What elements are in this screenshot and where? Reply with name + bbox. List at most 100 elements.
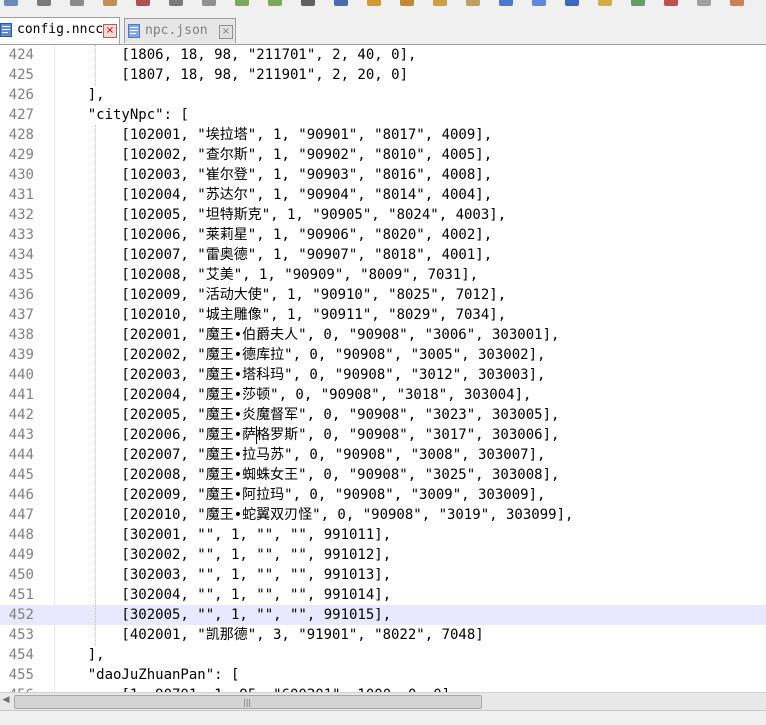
- line-number: 447: [8, 507, 34, 523]
- code-line[interactable]: 445 [202008, "魔王•蜘蛛女王", 0, "90908", "302…: [0, 465, 766, 485]
- toolbar-icon[interactable]: [268, 0, 282, 6]
- code-line[interactable]: 441 [202004, "魔王•莎顿", 0, "90908", "3018"…: [0, 385, 766, 405]
- toolbar-icon[interactable]: [499, 0, 513, 6]
- toolbar-icon[interactable]: [532, 0, 546, 6]
- toolbar-icon[interactable]: [169, 0, 183, 6]
- code-line[interactable]: 440 [202003, "魔王•塔科玛", 0, "90908", "3012…: [0, 365, 766, 385]
- code-text: [102001, "埃拉塔", 1, "90901", "8017", 4009…: [54, 127, 493, 143]
- toolbar-icon[interactable]: [565, 0, 579, 6]
- code-text: [202008, "魔王•蜘蛛女王", 0, "90908", "3025", …: [54, 467, 560, 483]
- tab-close-icon[interactable]: ×: [219, 25, 233, 39]
- grip-icon: |||: [243, 698, 252, 707]
- code-line[interactable]: 431 [102004, "苏达尔", 1, "90904", "8014", …: [0, 185, 766, 205]
- code-text: [102003, "崔尔登", 1, "90903", "8016", 4008…: [54, 167, 493, 183]
- toolbar-icon[interactable]: [697, 0, 711, 6]
- line-number: 449: [8, 547, 34, 563]
- tab-npc-json[interactable]: npc.json ×: [124, 18, 236, 43]
- toolbar-icon[interactable]: [400, 0, 414, 6]
- code-line[interactable]: 437 [102010, "城主雕像", 1, "90911", "8029",…: [0, 305, 766, 325]
- toolbar-icon[interactable]: [202, 0, 216, 6]
- toolbar-icon[interactable]: [433, 0, 447, 6]
- toolbar-icon[interactable]: [4, 0, 18, 6]
- code-line[interactable]: 451 [302004, "", 1, "", "", 991014],: [0, 585, 766, 605]
- line-number: 454: [8, 647, 34, 663]
- tab-label: npc.json: [145, 23, 208, 38]
- toolbar-icon[interactable]: [70, 0, 84, 6]
- code-text: [202010, "魔王•蛇翼双刃怪", 0, "90908", "3019",…: [54, 507, 574, 523]
- tab-config-nncc[interactable]: config.nncc ×: [0, 17, 120, 44]
- code-line[interactable]: 427 "cityNpc": [: [0, 105, 766, 125]
- line-number: 429: [8, 147, 34, 163]
- code-line[interactable]: 425 [1807, 18, 98, "211901", 2, 20, 0]: [0, 65, 766, 85]
- line-number: 430: [8, 167, 34, 183]
- code-line[interactable]: 456 [1, 90701, 1, 95, "600201", 1000, 0,…: [0, 685, 766, 692]
- code-line[interactable]: 452 [302005, "", 1, "", "", 991015],: [0, 605, 766, 625]
- toolbar-icon[interactable]: [367, 0, 381, 6]
- code-line[interactable]: 430 [102003, "崔尔登", 1, "90903", "8016", …: [0, 165, 766, 185]
- scroll-left-icon[interactable]: ◀: [0, 695, 12, 707]
- toolbar-icon[interactable]: [334, 0, 348, 6]
- code-line[interactable]: 435 [102008, "艾美", 1, "90909", "8009", 7…: [0, 265, 766, 285]
- line-number: 435: [8, 267, 34, 283]
- code-text: [102010, "城主雕像", 1, "90911", "8029", 703…: [54, 307, 507, 323]
- code-line[interactable]: 448 [302001, "", 1, "", "", 991011],: [0, 525, 766, 545]
- code-line[interactable]: 436 [102009, "活动大使", 1, "90910", "8025",…: [0, 285, 766, 305]
- tab-label: config.nncc: [17, 22, 104, 37]
- code-line[interactable]: 438 [202001, "魔王•伯爵夫人", 0, "90908", "300…: [0, 325, 766, 345]
- code-line[interactable]: 444 [202007, "魔王•拉马苏", 0, "90908", "3008…: [0, 445, 766, 465]
- line-number: 443: [8, 427, 34, 443]
- toolbar-icon[interactable]: [103, 0, 117, 6]
- code-line[interactable]: 434 [102007, "雷奥德", 1, "90907", "8018", …: [0, 245, 766, 265]
- code-line[interactable]: 429 [102002, "查尔斯", 1, "90902", "8010", …: [0, 145, 766, 165]
- toolbar-icon[interactable]: [235, 0, 249, 6]
- line-number: 431: [8, 187, 34, 203]
- toolbar-icon[interactable]: [631, 0, 645, 6]
- horizontal-scrollbar[interactable]: ◀ |||: [0, 692, 766, 710]
- line-number: 437: [8, 307, 34, 323]
- toolbar-icon[interactable]: [598, 0, 612, 6]
- code-text: [1807, 18, 98, "211901", 2, 20, 0]: [54, 67, 409, 83]
- code-line[interactable]: 453 [402001, "凯那德", 3, "91901", "8022", …: [0, 625, 766, 645]
- file-icon: [0, 23, 12, 37]
- code-line[interactable]: 428 [102001, "埃拉塔", 1, "90901", "8017", …: [0, 125, 766, 145]
- line-number: 433: [8, 227, 34, 243]
- line-number: 456: [0, 685, 34, 692]
- code-text: [1, 90701, 1, 95, "600201", 1000, 0, 0],: [54, 685, 458, 692]
- toolbar-icon[interactable]: [37, 0, 51, 6]
- line-number: 428: [8, 127, 34, 143]
- code-line[interactable]: 424 [1806, 18, 98, "211701", 2, 40, 0],: [0, 45, 766, 65]
- code-text: [102002, "查尔斯", 1, "90902", "8010", 4005…: [54, 147, 493, 163]
- code-line[interactable]: 454 ],: [0, 645, 766, 665]
- toolbar-icon[interactable]: [136, 0, 150, 6]
- toolbar-icon[interactable]: [730, 0, 744, 6]
- code-line[interactable]: 446 [202009, "魔王•阿拉玛", 0, "90908", "3009…: [0, 485, 766, 505]
- scrollbar-thumb[interactable]: |||: [14, 695, 482, 709]
- code-line[interactable]: 426 ],: [0, 85, 766, 105]
- code-line[interactable]: 443 [202006, "魔王•萨格罗斯", 0, "90908", "301…: [0, 425, 766, 445]
- line-number: 444: [8, 447, 34, 463]
- code-line[interactable]: 449 [302002, "", 1, "", "", 991012],: [0, 545, 766, 565]
- code-line[interactable]: 442 [202005, "魔王•炎魔督军", 0, "90908", "302…: [0, 405, 766, 425]
- line-number: 436: [8, 287, 34, 303]
- line-number: 448: [8, 527, 34, 543]
- code-text: [302001, "", 1, "", "", 991011],: [54, 527, 392, 543]
- line-number: 426: [8, 87, 34, 103]
- code-line[interactable]: 450 [302003, "", 1, "", "", 991013],: [0, 565, 766, 585]
- code-text: [102005, "坦特斯克", 1, "90905", "8024", 400…: [54, 207, 507, 223]
- tab-close-icon[interactable]: ×: [103, 24, 117, 38]
- code-line[interactable]: 447 [202010, "魔王•蛇翼双刃怪", 0, "90908", "30…: [0, 505, 766, 525]
- line-number: 442: [8, 407, 34, 423]
- toolbar-icon[interactable]: [301, 0, 315, 6]
- code-line[interactable]: 439 [202002, "魔王•德库拉", 0, "90908", "3005…: [0, 345, 766, 365]
- code-line[interactable]: 455 "daoJuZhuanPan": [: [0, 665, 766, 685]
- code-line[interactable]: 432 [102005, "坦特斯克", 1, "90905", "8024",…: [0, 205, 766, 225]
- code-text: ],: [54, 87, 105, 103]
- code-text: [202006, "魔王•萨格罗斯", 0, "90908", "3017", …: [54, 427, 560, 443]
- toolbar-icon[interactable]: [466, 0, 480, 6]
- line-number: 440: [8, 367, 34, 383]
- code-editor[interactable]: 424 [1806, 18, 98, "211701", 2, 40, 0], 4…: [0, 45, 766, 692]
- line-number: 452: [8, 607, 34, 623]
- code-line[interactable]: 433 [102006, "莱莉星", 1, "90906", "8020", …: [0, 225, 766, 245]
- toolbar-icon[interactable]: [664, 0, 678, 6]
- code-text: [202002, "魔王•德库拉", 0, "90908", "3005", 3…: [54, 347, 546, 363]
